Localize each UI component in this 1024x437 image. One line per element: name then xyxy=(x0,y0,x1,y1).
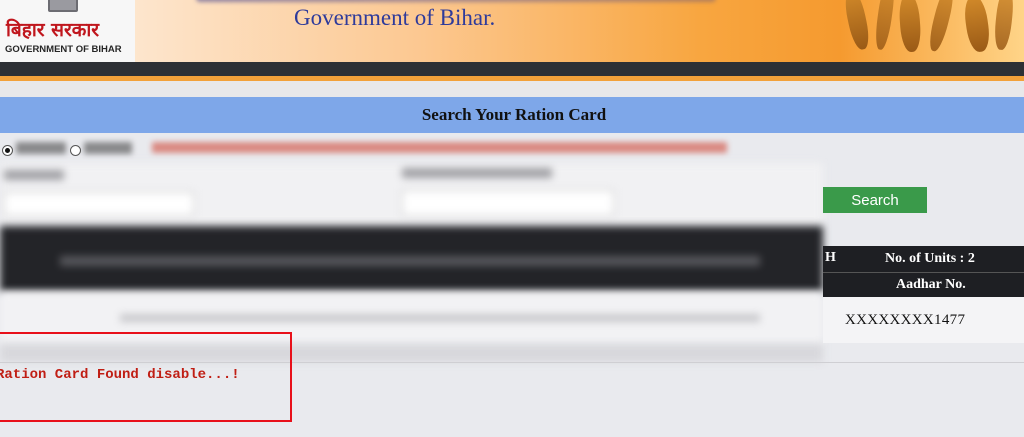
government-title: Government of Bihar. xyxy=(294,5,496,30)
ration-card-input-blurred[interactable] xyxy=(402,190,614,216)
wheat-image xyxy=(838,0,1024,62)
table-header-row: H No. of Units : 2 xyxy=(823,246,1024,272)
department-title-cropped xyxy=(196,0,716,2)
logo-hindi-text: बिहार सरकार xyxy=(6,19,100,41)
aadhar-value: XXXXXXXX1477 xyxy=(845,311,966,328)
aadhar-header: Aadhar No. xyxy=(823,272,1024,297)
results-row-text-blurred xyxy=(120,314,760,322)
partial-header-cell: H xyxy=(825,250,836,265)
section-title: Search Your Ration Card xyxy=(421,105,607,124)
urban-label-blurred xyxy=(84,142,132,154)
urban-radio[interactable] xyxy=(70,145,81,156)
spacer xyxy=(0,81,1024,97)
site-header: बिहार सरकार GOVERNMENT OF BIHAR Governme… xyxy=(0,0,1024,62)
emblem-icon xyxy=(48,0,78,12)
units-header: No. of Units : 2 xyxy=(885,251,975,266)
district-select-blurred[interactable] xyxy=(4,192,194,216)
logo-english-text: GOVERNMENT OF BIHAR xyxy=(5,44,122,55)
header-dark-bar xyxy=(0,62,1024,76)
note-text-blurred xyxy=(152,142,727,153)
section-title-bar: Search Your Ration Card xyxy=(0,97,1024,133)
highlight-annotation-box xyxy=(0,332,292,422)
results-table-visible: H No. of Units : 2 Aadhar No. XXXXXXXX14… xyxy=(823,246,1024,343)
area-type-radio-group xyxy=(0,139,760,161)
aadhar-value-cell: XXXXXXXX1477 xyxy=(823,297,1024,343)
search-button[interactable]: Search xyxy=(823,187,927,213)
rural-label-blurred xyxy=(16,142,66,154)
results-header-text-blurred xyxy=(60,256,760,266)
rural-radio[interactable] xyxy=(2,145,13,156)
ration-card-label-blurred xyxy=(402,168,552,178)
district-label-blurred xyxy=(4,170,64,180)
aadhar-header-label: Aadhar No. xyxy=(896,277,966,292)
government-logo: बिहार सरकार GOVERNMENT OF BIHAR xyxy=(0,0,135,62)
